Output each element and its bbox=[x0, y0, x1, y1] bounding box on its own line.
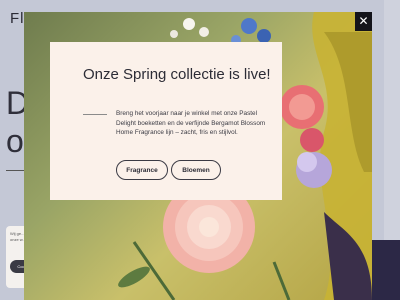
site-logo: Fl bbox=[10, 10, 25, 27]
modal-body-text: Breng het voorjaar naar je winkel met on… bbox=[116, 110, 266, 137]
bloemen-button[interactable]: Bloemen bbox=[171, 160, 221, 180]
promo-modal: Onze Spring collectie is live! Breng het… bbox=[50, 42, 282, 200]
modal-title: Onze Spring collectie is live! bbox=[83, 66, 271, 83]
close-button[interactable]: ✕ bbox=[355, 12, 372, 31]
fragrance-button[interactable]: Fragrance bbox=[116, 160, 168, 180]
close-icon: ✕ bbox=[358, 14, 369, 28]
modal-divider bbox=[83, 114, 107, 115]
